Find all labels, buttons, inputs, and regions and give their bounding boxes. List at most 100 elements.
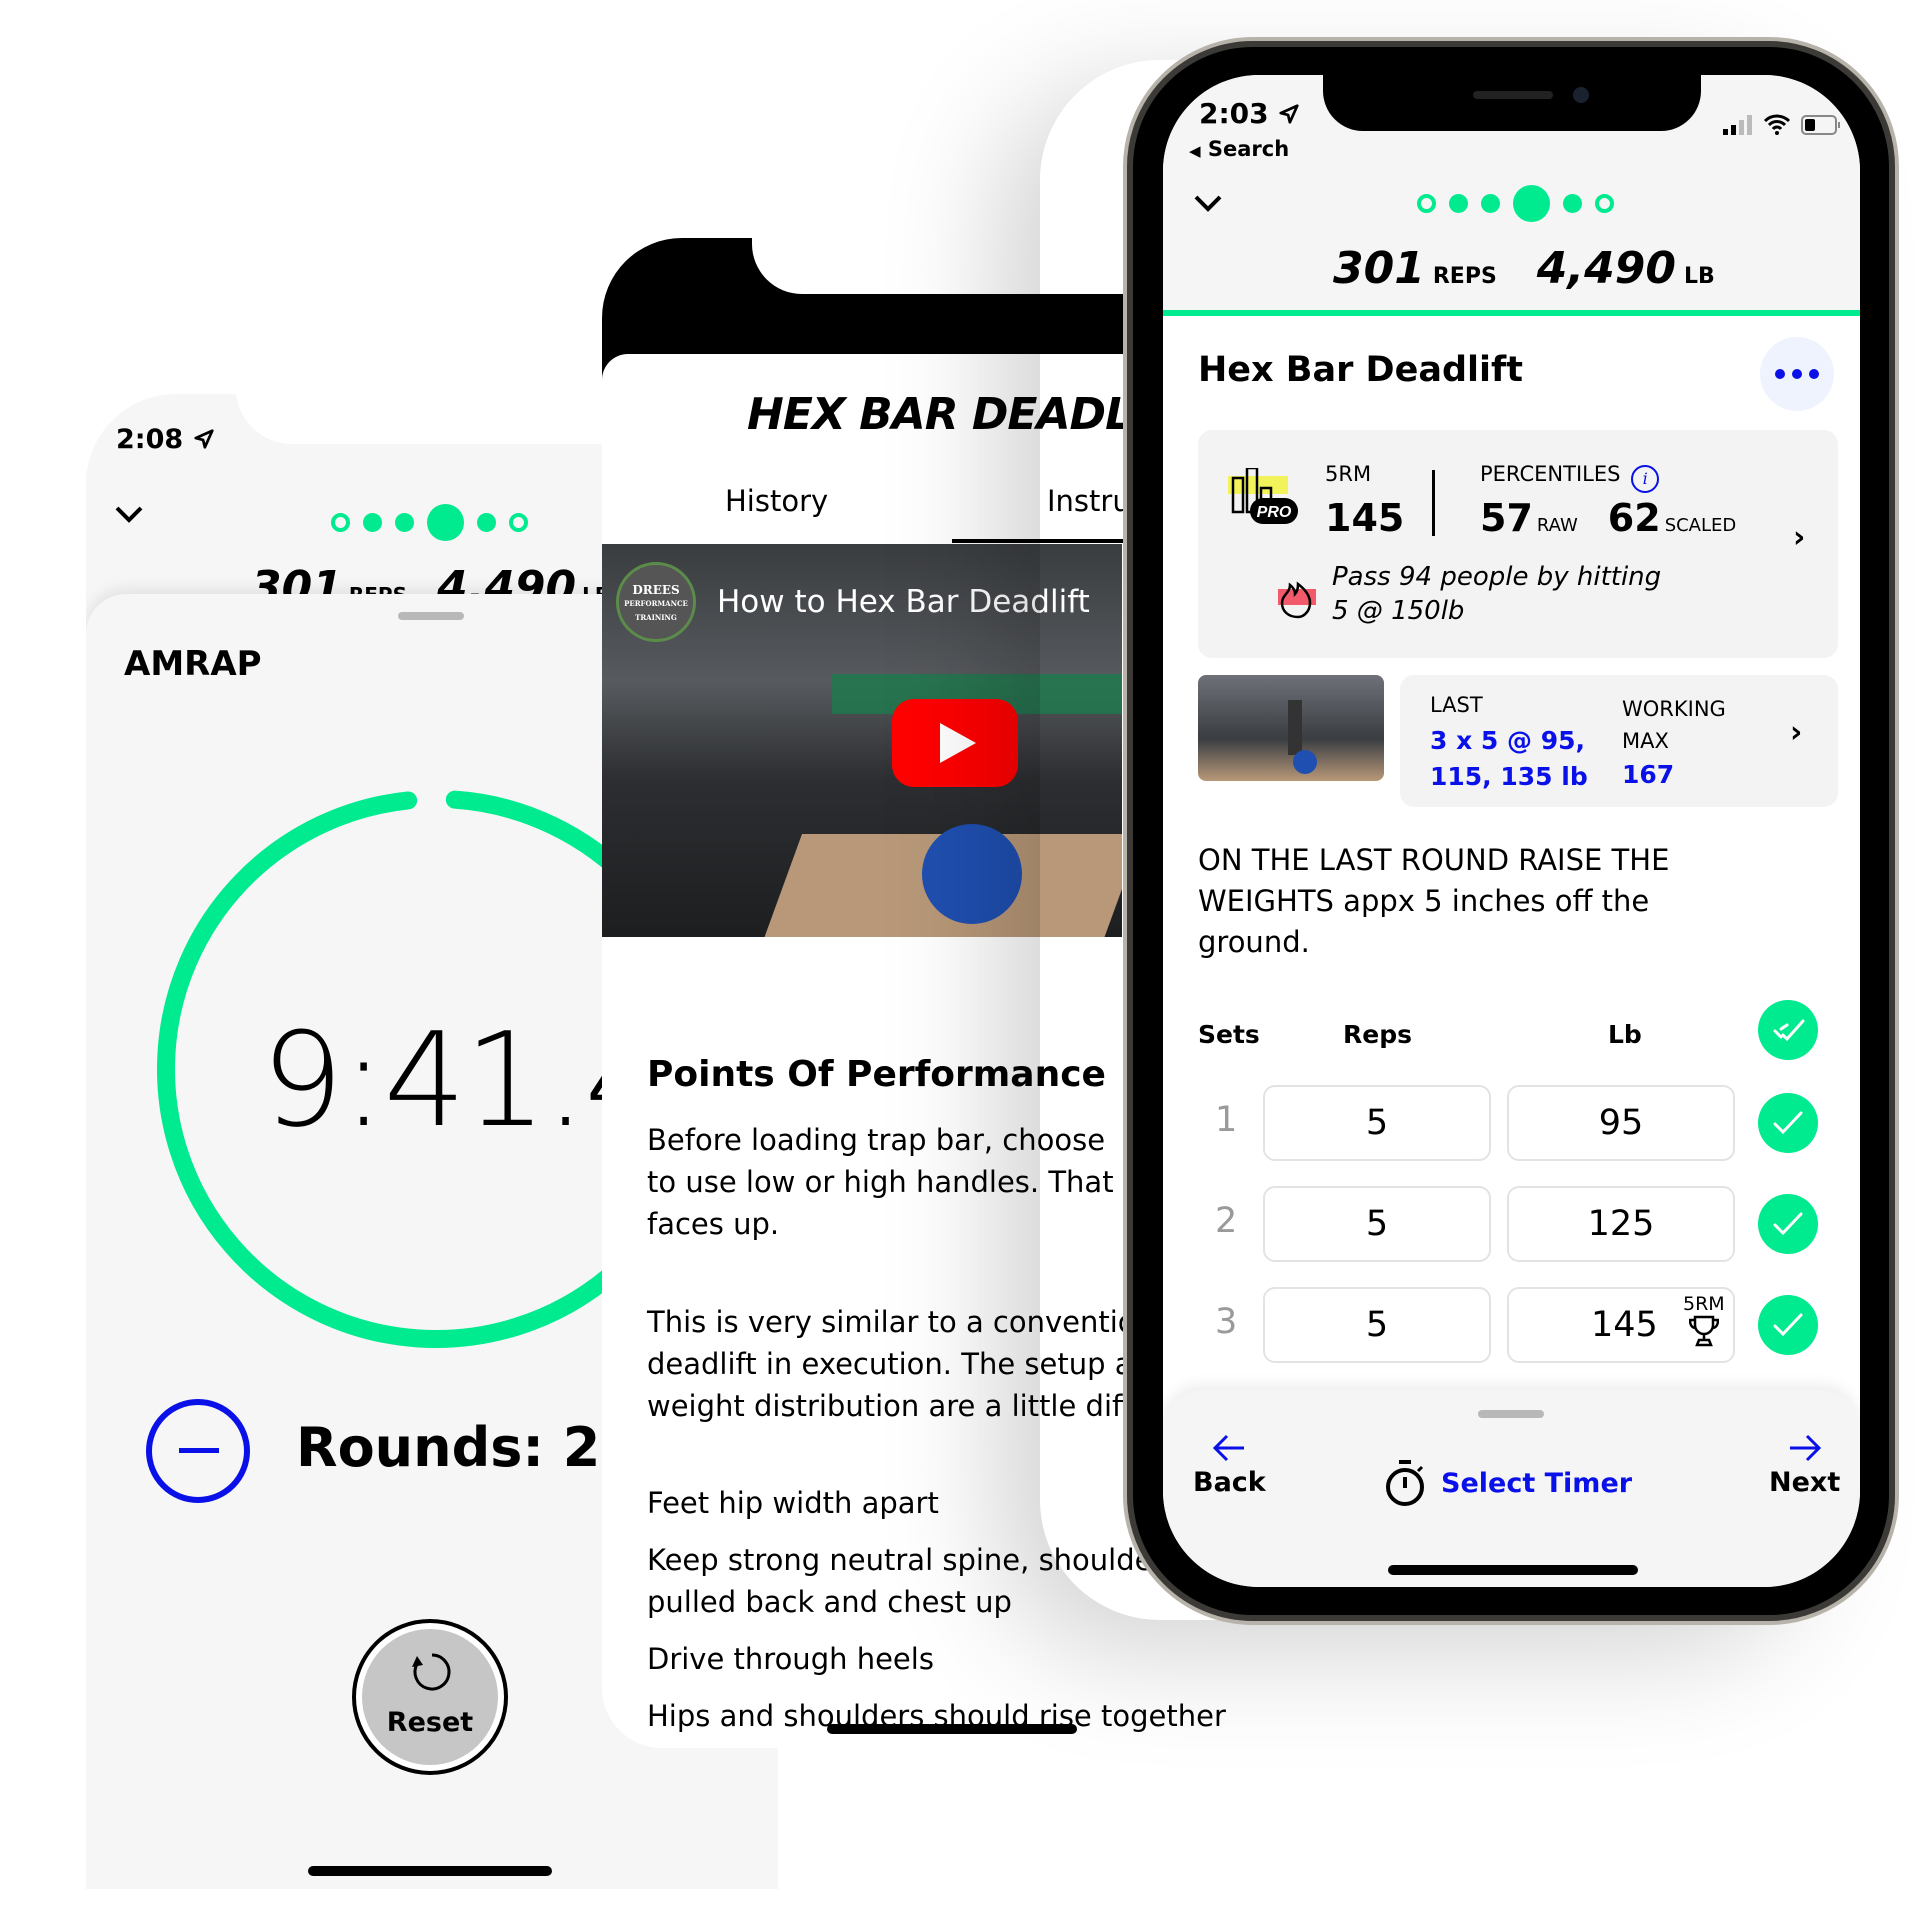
pr-badge-label: 5RM <box>1683 1293 1725 1315</box>
scaled-label: SCALED <box>1664 515 1737 536</box>
note-line: ground. <box>1198 925 1310 959</box>
status-time-text: 2:03 <box>1199 97 1269 130</box>
arrow-right-icon <box>1789 1434 1821 1462</box>
more-dot <box>1775 369 1785 379</box>
sheet-grabber[interactable] <box>1478 1410 1544 1418</box>
status-time-text: 2:08 <box>116 424 184 455</box>
rounds-counter: Rounds: 2 <box>296 1416 601 1479</box>
complete-all-button[interactable] <box>1758 1000 1818 1060</box>
col-lb: Lb <box>1608 1020 1642 1049</box>
progress-dot[interactable] <box>331 513 350 532</box>
double-check-icon <box>1773 1019 1805 1042</box>
more-horizontal-icon[interactable] <box>1760 337 1834 411</box>
check-icon <box>1773 1111 1803 1135</box>
rm-value: 145 <box>1325 496 1405 540</box>
progress-dot-current[interactable] <box>1513 185 1550 222</box>
video-scene-plate <box>922 824 1022 924</box>
minus-circle-icon[interactable] <box>146 1399 250 1503</box>
chevron-right-icon: › <box>1790 715 1803 750</box>
set-complete-button[interactable] <box>1758 1295 1818 1355</box>
scaled-percentile: 62 <box>1607 496 1661 540</box>
percentiles-label: PERCENTILES i <box>1480 462 1660 493</box>
reset-icon <box>412 1653 451 1691</box>
video-title: How to Hex Bar Deadlift <box>717 584 1090 620</box>
set-number: 2 <box>1215 1201 1238 1241</box>
progress-dot[interactable] <box>1595 194 1614 213</box>
weight-total: 4,490 <box>1536 243 1676 294</box>
reset-label: Reset <box>386 1707 474 1738</box>
reps-input[interactable]: 5 <box>1263 1186 1491 1262</box>
channel-logo: DREES PERFORMANCE TRAINING <box>616 562 696 642</box>
pro-badge-text: PRO <box>1257 504 1292 521</box>
back-to-search[interactable]: ◀ Search <box>1189 137 1289 161</box>
info-icon[interactable]: i <box>1631 465 1660 493</box>
location-arrow-icon <box>1279 104 1300 124</box>
weight-unit: LB <box>1683 264 1715 289</box>
chevron-down-icon[interactable] <box>1193 193 1223 213</box>
progress-dot[interactable] <box>477 513 496 532</box>
stopwatch-icon <box>1386 1460 1424 1506</box>
tip-line: 5 @ 150lb <box>1332 596 1465 626</box>
select-timer-button[interactable]: Select Timer <box>1385 1458 1632 1508</box>
progress-dot[interactable] <box>363 513 382 532</box>
bullet-line: Feet hip width apart <box>647 1486 939 1520</box>
battery-icon <box>1801 115 1840 135</box>
weight-input[interactable]: 95 <box>1507 1085 1735 1161</box>
youtube-play-icon[interactable] <box>892 699 1018 787</box>
arrow-left-icon <box>1213 1434 1245 1462</box>
rm-label: 5RM <box>1325 462 1372 486</box>
note-line: ON THE LAST ROUND RAISE THE <box>1198 843 1670 877</box>
pass-tip: Pass 94 people by hitting 5 @ 150lb <box>1332 560 1661 628</box>
set-number: 3 <box>1215 1302 1238 1342</box>
percentiles-card[interactable]: PRO 5RM 145 PERCENTILES i 57 RAW 62 SCALED … <box>1198 430 1838 658</box>
weight-input[interactable]: 125 <box>1507 1186 1735 1262</box>
working-max-label-line: WORKING <box>1622 697 1726 721</box>
logo-line: DREES <box>632 583 680 597</box>
progress-dot[interactable] <box>1563 194 1582 213</box>
working-max-label-line: MAX <box>1622 729 1669 753</box>
reps-input[interactable]: 5 <box>1263 1287 1491 1363</box>
set-complete-button[interactable] <box>1758 1194 1818 1254</box>
progress-dots <box>331 504 528 541</box>
tab-history[interactable]: History <box>725 484 828 518</box>
right-phone-exercise-screen: 2:03 ◀ Search 301 REPS 4,490 LB Hex Bar Dea… <box>1163 75 1860 1587</box>
progress-dot[interactable] <box>395 513 414 532</box>
logo-line: TRAINING <box>635 613 677 622</box>
divider <box>1432 470 1435 536</box>
chevron-down-icon[interactable] <box>114 504 144 524</box>
col-reps: Reps <box>1343 1020 1412 1049</box>
progress-dot-current[interactable] <box>427 504 464 541</box>
more-dot <box>1792 369 1802 379</box>
progress-dot[interactable] <box>1481 194 1500 213</box>
reps-total: 301 <box>1333 243 1425 294</box>
raw-label: RAW <box>1536 515 1578 536</box>
set-complete-button[interactable] <box>1758 1093 1818 1153</box>
reps-input[interactable]: 5 <box>1263 1085 1491 1161</box>
more-dot <box>1809 369 1819 379</box>
progress-dot[interactable] <box>1417 194 1436 213</box>
wifi-icon <box>1763 114 1791 135</box>
reset-button[interactable]: Reset <box>352 1619 508 1775</box>
back-button[interactable]: Back <box>1193 1433 1266 1498</box>
home-indicator <box>308 1866 552 1876</box>
progress-dot[interactable] <box>509 513 528 532</box>
history-card[interactable]: LAST 3 x 5 @ 95, 115, 135 lb WORKING MAX… <box>1400 675 1838 807</box>
progress-dot[interactable] <box>1449 194 1468 213</box>
progress-dots <box>1417 185 1614 222</box>
percentiles-label-text: PERCENTILES <box>1480 462 1621 486</box>
working-max-label: WORKING MAX <box>1622 693 1726 757</box>
weight-value: 145 <box>1591 1305 1658 1345</box>
sheet-grabber[interactable] <box>398 612 464 620</box>
signal-icon <box>1723 115 1752 135</box>
bullet-item: Feet hip width apart <box>647 1482 939 1524</box>
back-to-search-label: Search <box>1207 137 1290 161</box>
exercise-thumbnail[interactable] <box>1198 675 1384 781</box>
notch <box>1323 75 1701 131</box>
trophy-icon <box>1688 1315 1720 1347</box>
next-button[interactable]: Next <box>1769 1433 1840 1498</box>
home-indicator <box>1388 1565 1638 1575</box>
tip-line: Pass 94 people by hitting <box>1332 562 1662 592</box>
percentile-values: 57 RAW 62 SCALED <box>1480 496 1736 540</box>
flame-icon <box>1278 581 1316 619</box>
workout-stats: 301 REPS 4,490 LB <box>1333 243 1715 294</box>
